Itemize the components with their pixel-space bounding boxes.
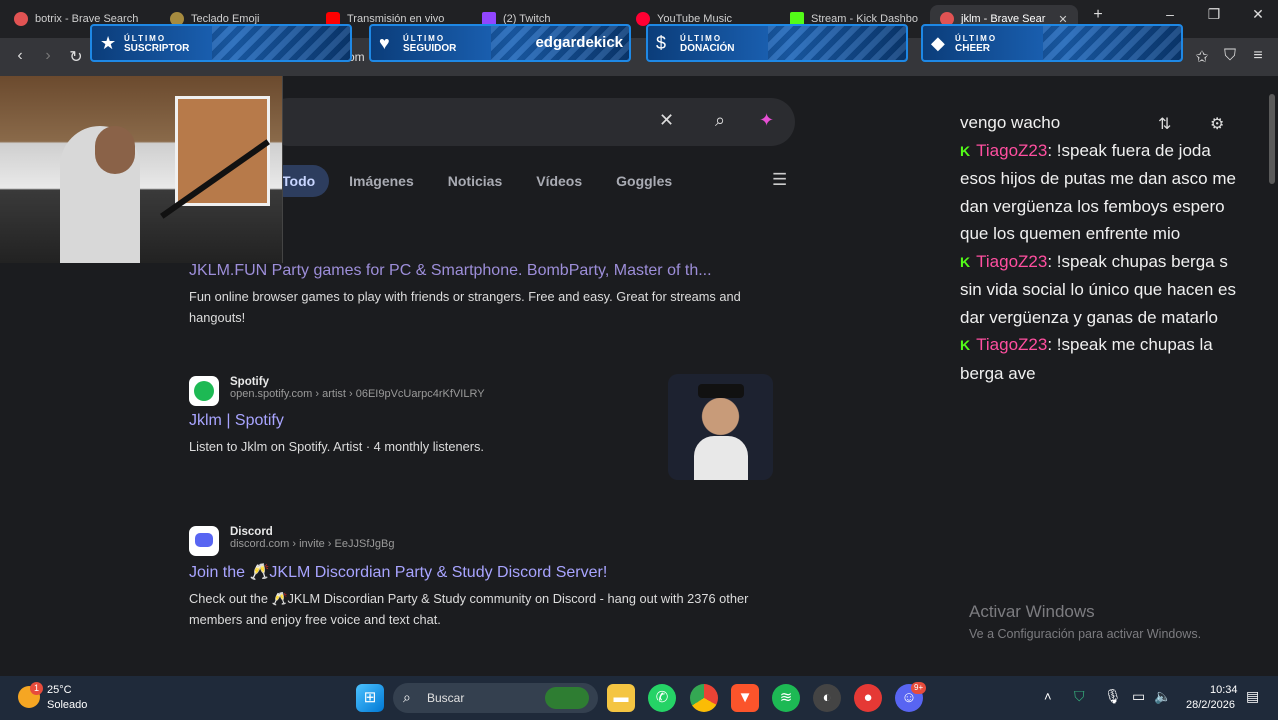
overlay-last-cheer: ◆ ÚLTIMO CHEER [921,24,1183,62]
activate-windows-watermark: Activar Windows Ve a Configuración para … [969,602,1201,641]
chrome-icon[interactable] [690,684,718,712]
file-explorer-icon[interactable]: ▬ [607,684,635,712]
search-nav-tabs: Todo Imágenes Noticias Vídeos Goggles [268,164,706,198]
result-thumbnail-image[interactable] [668,374,773,480]
result-description: Check out the 🥂JKLM Discordian Party & S… [189,591,749,627]
spotify-logo-icon [189,376,219,406]
dollar-icon: $ [656,33,667,53]
diamond-icon: ◆ [931,33,945,53]
windows-taskbar: 1 25°C Soleado ⊞ ⌕ Buscar ▬ ✆ ▼ ≋ ◐ ● ☺ … [0,676,1278,720]
result-title-link[interactable]: JKLM.FUN Party games for PC & Smartphone… [189,262,774,280]
kick-badge-icon: K [960,337,971,353]
result-url[interactable]: discord.com › invite › EeJJSfJgBg [230,538,394,550]
tab-imagenes[interactable]: Imágenes [349,173,414,189]
kick-badge-icon: K [960,253,971,270]
result-site-name: Discord [230,526,273,538]
chat-message: K TiagoZ23: !speak chupas berga s sin vid… [960,251,1236,327]
spotify-icon[interactable]: ≋ [772,684,800,712]
search-icon[interactable]: ⌕ [715,110,725,131]
back-icon[interactable]: ‹ [10,47,30,65]
result-url[interactable]: open.spotify.com › artist › 06EI9pVcUarp… [230,388,485,400]
maximize-button[interactable]: ❐ [1194,6,1234,23]
volume-icon[interactable]: 🔈 [1154,688,1171,705]
obs-icon[interactable]: ◐ [813,684,841,712]
result-site-name: Spotify [230,376,269,388]
page-scrollbar[interactable] [1266,76,1278,676]
chat-username: TiagoZ23 [976,140,1048,160]
webcam-overlay [0,76,283,263]
search-result: Join the 🥂JKLM Discordian Party & Study … [189,562,774,630]
chat-username: TiagoZ23 [976,335,1048,354]
overlay-label: CHEER [955,43,991,54]
screen: botrix - Brave Search Teclado Emoji Tran… [0,0,1278,720]
taskbar-search-label: Buscar [427,691,465,705]
tab-videos[interactable]: Vídeos [536,173,582,189]
overlay-label: ÚLTIMO [124,34,167,43]
star-icon: ★ [100,33,117,53]
chat-message: vengo wacho [960,113,1061,132]
favorites-icon[interactable]: ✩ [1192,47,1212,67]
search-icon: ⌕ [403,689,411,705]
overlay-label: DONACIÓN [680,43,735,54]
overlay-last-donation: $ ÚLTIMO DONACIÓN [646,24,908,62]
microphone-icon[interactable]: 🎙 [1104,688,1122,705]
whatsapp-icon[interactable]: ✆ [648,684,676,712]
start-menu-icon[interactable]: ⊞ [356,684,384,712]
search-input[interactable] [285,110,625,134]
clock-time[interactable]: 10:34 [1210,684,1238,696]
discord-badge: 9+ [911,682,927,694]
menu-icon[interactable]: ≡ [1248,47,1268,65]
chevron-up-icon[interactable]: ˄ [1044,689,1052,704]
taskbar-search[interactable]: ⌕ Buscar [393,683,598,713]
shield-icon[interactable]: ⛉ [1220,47,1240,65]
filter-settings-icon[interactable]: ☰ [772,170,787,190]
overlay-label: ÚLTIMO [403,34,446,43]
kick-badge-icon: K [960,142,971,159]
weather-badge: 1 [30,682,43,695]
overlay-label: ÚLTIMO [955,34,998,43]
overlay-label: SUSCRIPTOR [124,43,190,54]
weather-desc[interactable]: Soleado [47,699,87,711]
tab-goggles[interactable]: Goggles [616,173,672,189]
network-icon[interactable]: ▭ [1132,688,1145,705]
result-title-link[interactable]: Join the 🥂JKLM Discordian Party & Study … [189,562,774,582]
overlay-value: edgardekick [535,34,623,51]
activate-subtitle: Ve a Configuración para activar Windows. [969,627,1202,641]
result-source: Discord discord.com › invite › EeJJSfJgB… [230,526,394,550]
notification-icon[interactable]: ▤ [1246,688,1259,705]
weather-temp[interactable]: 25°C [47,684,72,696]
chat-message: K TiagoZ23: !speak fuera de joda esos hij… [960,140,1236,244]
search-result: JKLM.FUN Party games for PC & Smartphone… [189,262,774,328]
overlay-label: SEGUIDOR [403,43,457,54]
minimize-button[interactable]: – [1150,6,1190,22]
close-window-button[interactable]: ✕ [1238,6,1278,23]
search-highlight-icon [545,687,589,709]
activate-title: Activar Windows [969,602,1095,621]
result-description: Fun online browser games to play with fr… [189,289,741,325]
forward-icon[interactable]: › [38,47,58,65]
stream-chat: vengo wacho K TiagoZ23: !speak fuera de j… [960,109,1238,387]
brave-icon [14,12,28,26]
overlay-last-subscriber: ★ ÚLTIMO SUSCRIPTOR [90,24,352,62]
search-box[interactable]: ✕ ⌕ ✦ [265,98,795,146]
result-source: Spotify open.spotify.com › artist › 06EI… [230,376,485,400]
defender-icon[interactable]: ⛉ [1074,688,1085,705]
overlay-last-follower: ♥ ÚLTIMO SEGUIDOR edgardekick [369,24,631,62]
overlay-label: ÚLTIMO [680,34,723,43]
ai-assistant-icon[interactable]: ✦ [759,110,774,131]
tab-noticias[interactable]: Noticias [448,173,502,189]
brave-icon[interactable]: ▼ [731,684,759,712]
clear-search-icon[interactable]: ✕ [659,110,674,131]
discord-logo-icon [189,526,219,556]
recording-app-icon[interactable]: ● [854,684,882,712]
clock-date[interactable]: 28/2/2026 [1186,699,1235,711]
new-tab-button[interactable]: + [1080,6,1116,24]
chat-username: TiagoZ23 [976,251,1048,271]
chat-message: K TiagoZ23: !speak me chupas la berga ave [960,335,1213,383]
scrollbar-thumb[interactable] [1269,94,1275,184]
reload-icon[interactable]: ↻ [66,47,86,67]
heart-icon: ♥ [379,33,390,53]
